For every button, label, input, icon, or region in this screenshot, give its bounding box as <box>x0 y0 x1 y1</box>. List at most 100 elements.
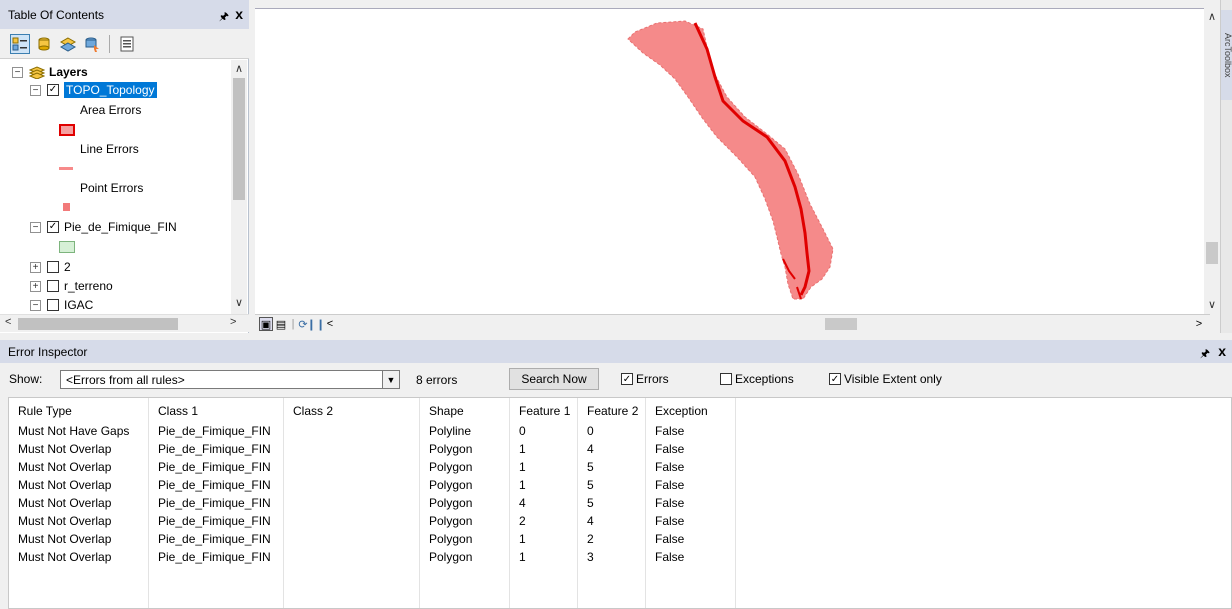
layer-name[interactable]: 2 <box>64 260 71 274</box>
options-icon[interactable] <box>117 34 137 54</box>
error-inspector-panel: Error Inspector 🖈︎ x Show: <Errors from … <box>0 340 1232 609</box>
tree-root-layers[interactable]: − Layers <box>12 63 88 81</box>
map-status-bar: ▣ ▤ | ⟳ ❙❙ < > <box>255 314 1210 333</box>
collapse-icon[interactable]: − <box>30 299 41 311</box>
collapse-icon[interactable]: − <box>12 66 23 78</box>
list-by-visibility-icon[interactable] <box>58 34 78 54</box>
list-by-selection-icon[interactable] <box>82 34 102 54</box>
close-icon[interactable]: x <box>235 6 243 22</box>
collapse-icon[interactable]: − <box>30 221 41 233</box>
pause-icon[interactable]: ❙❙ <box>307 317 325 331</box>
map-canvas[interactable] <box>255 9 1210 315</box>
layer-row-r-terreno[interactable]: + r_terreno <box>30 277 113 295</box>
column-header[interactable]: Feature 2 <box>578 402 646 420</box>
table-row[interactable]: Must Not Overlap Pie_de_Fimique_FIN Polygo… <box>9 530 1231 548</box>
scroll-left-icon[interactable]: < <box>5 316 11 328</box>
errors-checkbox[interactable]: ✓ Errors <box>621 372 669 386</box>
map-vertical-scrollbar[interactable]: ∧ ∨ <box>1204 8 1220 314</box>
table-cell <box>284 548 420 566</box>
visible-extent-checkbox[interactable]: ✓ Visible Extent only <box>829 372 942 386</box>
error-polygon <box>627 20 834 300</box>
rule-filter-value: <Errors from all rules> <box>66 373 185 387</box>
layers-label: Layers <box>49 65 88 79</box>
search-now-button[interactable]: Search Now <box>509 368 599 390</box>
scroll-right-icon[interactable]: > <box>230 316 236 328</box>
table-row[interactable]: Must Not Overlap Pie_de_Fimique_FIN Polygo… <box>9 494 1231 512</box>
layer-visibility-checkbox[interactable] <box>47 299 59 311</box>
exceptions-checkbox[interactable]: Exceptions <box>720 372 794 386</box>
scroll-up-icon[interactable]: ∧ <box>235 62 243 75</box>
table-cell: False <box>655 496 685 510</box>
list-by-source-icon[interactable] <box>34 34 54 54</box>
arctoolbox-tab[interactable]: ArcToolbox <box>1221 10 1232 100</box>
scroll-right-icon[interactable]: > <box>1193 317 1205 331</box>
table-cell <box>284 476 420 494</box>
error-table: Rule Type Class 1 Class 2 Shape Feature 1 Fea… <box>8 397 1232 609</box>
list-by-drawing-order-icon[interactable] <box>10 33 30 54</box>
table-cell: False <box>655 550 685 564</box>
layer-visibility-checkbox[interactable]: ✓ <box>47 84 59 96</box>
table-row[interactable]: Must Not Overlap Pie_de_Fimique_FIN Polygo… <box>9 476 1231 494</box>
layout-view-icon[interactable]: ▣ <box>259 317 273 331</box>
legend-label: Point Errors <box>80 181 144 195</box>
data-view-icon[interactable]: ▤ <box>275 317 287 331</box>
column-header[interactable]: Exception <box>646 402 736 420</box>
inspector-controls: Show: <Errors from all rules> ▼ 8 errors… <box>0 363 1232 395</box>
chevron-down-icon[interactable]: ▼ <box>382 371 399 388</box>
map-view[interactable] <box>255 8 1210 314</box>
pin-icon[interactable]: 🖈︎ <box>1200 345 1210 364</box>
rule-filter-select[interactable]: <Errors from all rules> ▼ <box>60 370 400 389</box>
scroll-down-icon[interactable]: ∨ <box>1208 298 1216 311</box>
scroll-thumb[interactable] <box>1206 242 1218 264</box>
table-cell: Pie_de_Fimique_FIN <box>158 514 271 528</box>
table-row[interactable]: Must Not Have Gaps Pie_de_Fimique_FIN Poly… <box>9 422 1231 440</box>
table-row[interactable]: Must Not Overlap Pie_de_Fimique_FIN Polygo… <box>9 458 1231 476</box>
collapse-icon[interactable]: − <box>30 84 41 96</box>
layer-row-igac[interactable]: − IGAC <box>30 296 93 314</box>
layer-visibility-checkbox[interactable] <box>47 261 59 273</box>
right-dock: ArcToolbox <box>1220 0 1232 333</box>
table-cell: 1 <box>519 478 526 492</box>
inspector-title-bar: Error Inspector 🖈︎ x <box>0 340 1232 363</box>
table-row[interactable]: Must Not Overlap Pie_de_Fimique_FIN Polygo… <box>9 548 1231 566</box>
layer-row-topology[interactable]: − ✓ TOPO_Topology <box>30 81 157 99</box>
toc-vertical-scrollbar[interactable]: ∧ ∨ <box>231 60 247 314</box>
toc-horizontal-scrollbar[interactable]: < > <box>0 314 249 332</box>
layer-name[interactable]: TOPO_Topology <box>64 82 157 98</box>
scroll-up-icon[interactable]: ∧ <box>1208 10 1216 23</box>
layer-name[interactable]: r_terreno <box>64 279 113 293</box>
expand-icon[interactable]: + <box>30 261 41 273</box>
toolbar-separator <box>109 34 110 53</box>
layer-visibility-checkbox[interactable]: ✓ <box>47 221 59 233</box>
line-errors-swatch <box>59 159 73 177</box>
table-cell: False <box>655 532 685 546</box>
table-row[interactable]: Must Not Overlap Pie_de_Fimique_FIN Polygo… <box>9 512 1231 530</box>
table-cell: Pie_de_Fimique_FIN <box>158 478 271 492</box>
table-cell: 4 <box>519 496 526 510</box>
close-icon[interactable]: x <box>1218 343 1226 359</box>
layer-name[interactable]: IGAC <box>64 298 93 312</box>
map-horizontal-scroll-thumb[interactable] <box>825 318 857 330</box>
table-of-contents-panel: Table Of Contents 🖈︎ x − Layers − ✓ TOPO… <box>0 0 249 333</box>
scroll-thumb[interactable] <box>18 318 178 330</box>
column-header[interactable]: Shape <box>420 402 510 420</box>
layer-visibility-checkbox[interactable] <box>47 280 59 292</box>
checkbox-box[interactable] <box>720 373 732 385</box>
scroll-thumb[interactable] <box>233 78 245 200</box>
column-header[interactable]: Feature 1 <box>510 402 578 420</box>
column-header[interactable]: Class 2 <box>284 402 420 420</box>
checkbox-box[interactable]: ✓ <box>829 373 841 385</box>
layer-row-2[interactable]: + 2 <box>30 258 71 276</box>
column-header[interactable]: Class 1 <box>149 402 284 420</box>
column-header[interactable]: Rule Type <box>9 402 149 420</box>
checkbox-box[interactable]: ✓ <box>621 373 633 385</box>
layer-name[interactable]: Pie_de_Fimique_FIN <box>64 220 177 234</box>
table-cell <box>284 512 420 530</box>
pin-icon[interactable]: 🖈︎ <box>219 8 229 27</box>
expand-icon[interactable]: + <box>30 280 41 292</box>
layer-row-pie-de-fimique[interactable]: − ✓ Pie_de_Fimique_FIN <box>30 218 177 236</box>
scroll-left-icon[interactable]: < <box>325 317 335 331</box>
table-cell: Pie_de_Fimique_FIN <box>158 424 271 438</box>
scroll-down-icon[interactable]: ∨ <box>235 296 243 309</box>
table-row[interactable]: Must Not Overlap Pie_de_Fimique_FIN Polygo… <box>9 440 1231 458</box>
